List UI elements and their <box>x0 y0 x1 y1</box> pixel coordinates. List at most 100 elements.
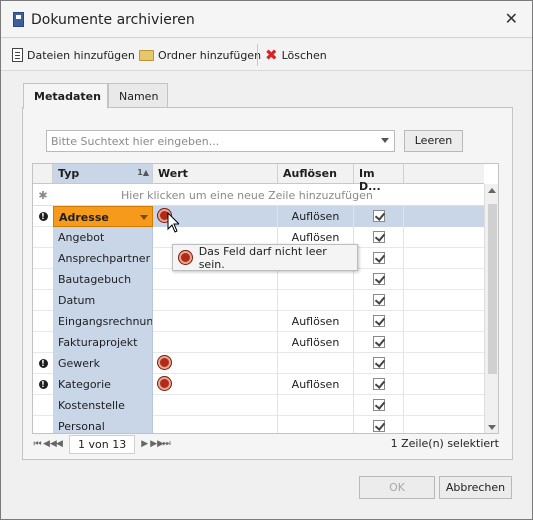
cell-imd[interactable] <box>354 395 404 416</box>
scroll-down-icon[interactable] <box>488 425 496 430</box>
checkbox[interactable] <box>373 294 385 306</box>
column-header-typ[interactable]: Typ 1▲ <box>53 164 153 184</box>
first-page-icon[interactable]: ⏮ <box>32 439 43 449</box>
cell-typ[interactable]: Angebot <box>53 227 153 248</box>
cell-aufloesen[interactable] <box>278 353 354 374</box>
cell-imd[interactable] <box>354 416 404 433</box>
tab-namen[interactable]: Namen <box>108 83 168 108</box>
cell-imd[interactable] <box>354 248 404 269</box>
cell-aufloesen[interactable] <box>278 290 354 311</box>
cell-aufloesen[interactable] <box>278 395 354 416</box>
warning-icon: ! <box>38 380 48 389</box>
cell-aufloesen[interactable]: Auflösen <box>278 374 354 395</box>
cell-aufloesen[interactable]: Auflösen <box>278 332 354 353</box>
next-block-icon[interactable]: ▶▶ <box>150 439 164 449</box>
cell-imd[interactable] <box>354 374 404 395</box>
cell-imd[interactable] <box>354 206 404 227</box>
checkbox[interactable] <box>373 252 385 264</box>
clear-button[interactable]: Leeren <box>404 130 463 152</box>
table-row[interactable]: ! Kategorie Auflösen <box>33 374 484 395</box>
chevron-down-icon[interactable] <box>140 215 148 220</box>
last-page-icon[interactable]: ⏭ <box>161 439 172 449</box>
cell-typ[interactable]: Kostenstelle <box>53 395 153 416</box>
tab-metadaten[interactable]: Metadaten <box>23 83 108 109</box>
cell-empty <box>404 290 484 311</box>
table-row[interactable]: Eingangsrechnung Auflösen <box>33 311 484 332</box>
cell-imd[interactable] <box>354 332 404 353</box>
cell-wert[interactable] <box>153 269 278 290</box>
column-header-wert[interactable]: Wert <box>153 164 278 184</box>
cell-wert[interactable] <box>153 395 278 416</box>
checkbox[interactable] <box>373 420 385 432</box>
cell-wert[interactable] <box>153 311 278 332</box>
checkbox[interactable] <box>373 231 385 243</box>
cell-aufloesen[interactable]: Auflösen <box>278 206 354 227</box>
scroll-thumb[interactable] <box>488 204 497 374</box>
vertical-scrollbar[interactable] <box>484 184 498 433</box>
table-row[interactable]: Kostenstelle <box>33 395 484 416</box>
prev-block-icon[interactable]: ◀◀ <box>43 439 57 449</box>
cell-typ[interactable]: Eingangsrechnung <box>53 311 153 332</box>
next-page-icon[interactable]: ▶ <box>139 439 150 449</box>
table-row[interactable]: ! Adresse Auflösen <box>33 206 484 227</box>
table-row[interactable]: Bautagebuch <box>33 269 484 290</box>
table-row[interactable]: Fakturaprojekt Auflösen <box>33 332 484 353</box>
column-header-imd[interactable]: Im D... <box>354 164 404 193</box>
cell-empty <box>404 416 484 433</box>
search-input[interactable]: Bitte Suchtext hier eingeben... <box>46 130 395 152</box>
checkbox[interactable] <box>373 210 385 222</box>
cell-typ-text: Ansprechpartner <box>58 252 151 265</box>
cell-imd[interactable] <box>354 311 404 332</box>
cell-wert[interactable] <box>153 332 278 353</box>
page-indicator[interactable]: 1 von 13 <box>69 434 136 454</box>
cell-wert[interactable] <box>153 353 278 374</box>
close-icon[interactable]: ✕ <box>505 9 518 28</box>
cell-typ[interactable]: Gewerk <box>53 353 153 374</box>
add-files-button[interactable]: Dateien hinzufügen <box>12 45 135 65</box>
cell-typ[interactable]: Ansprechpartner <box>53 248 153 269</box>
cell-imd[interactable] <box>354 227 404 248</box>
cell-typ[interactable]: Fakturaprojekt <box>53 332 153 353</box>
cell-wert[interactable] <box>153 374 278 395</box>
cell-aufloesen-text: Auflösen <box>291 315 340 328</box>
cell-typ[interactable]: Kategorie <box>53 374 153 395</box>
cell-typ[interactable]: Personal <box>53 416 153 433</box>
cell-aufloesen[interactable] <box>278 416 354 433</box>
cell-imd[interactable] <box>354 269 404 290</box>
row-indicator: ! <box>33 206 53 227</box>
ok-button[interactable]: OK <box>359 476 435 499</box>
checkbox[interactable] <box>373 273 385 285</box>
cell-typ[interactable]: Bautagebuch <box>53 269 153 290</box>
checkbox[interactable] <box>373 399 385 411</box>
add-folder-button[interactable]: Ordner hinzufügen <box>139 45 261 65</box>
cancel-button[interactable]: Abbrechen <box>439 476 512 499</box>
row-indicator <box>33 332 53 353</box>
table-row[interactable]: ! Gewerk <box>33 353 484 374</box>
cell-wert[interactable] <box>153 290 278 311</box>
scroll-up-icon[interactable] <box>488 188 496 193</box>
table-row[interactable]: Personal <box>33 416 484 433</box>
table-row[interactable]: Datum <box>33 290 484 311</box>
pager: ⏮ ◀◀ ◀ 1 von 13 ▶ ▶▶ ⏭ 1 Zeile(n) selekt… <box>32 434 499 454</box>
new-row[interactable]: ✱ Hier klicken um eine neue Zeile hinzuz… <box>33 185 484 206</box>
row-indicator <box>33 290 53 311</box>
cell-aufloesen[interactable] <box>278 269 354 290</box>
prev-page-icon[interactable]: ◀ <box>54 439 65 449</box>
cell-aufloesen[interactable]: Auflösen <box>278 311 354 332</box>
new-row-text: Hier klicken um eine neue Zeile hinzuzuf… <box>121 189 373 202</box>
checkbox[interactable] <box>373 315 385 327</box>
checkbox[interactable] <box>373 357 385 369</box>
delete-button[interactable]: ✖ Löschen <box>265 45 327 65</box>
chevron-down-icon[interactable] <box>381 138 389 143</box>
document-icon <box>12 48 23 62</box>
cell-empty <box>404 353 484 374</box>
cell-typ[interactable]: Adresse <box>53 206 153 227</box>
column-header-aufloesen[interactable]: Auflösen <box>278 164 354 184</box>
checkbox[interactable] <box>373 336 385 348</box>
checkbox[interactable] <box>373 378 385 390</box>
cell-typ[interactable]: Datum <box>53 290 153 311</box>
cell-imd[interactable] <box>354 353 404 374</box>
cell-imd[interactable] <box>354 290 404 311</box>
cell-wert[interactable] <box>153 416 278 433</box>
error-icon <box>158 356 171 369</box>
